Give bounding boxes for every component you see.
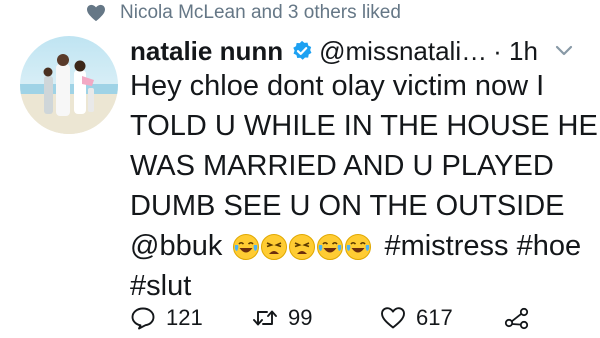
- tweet-actions: 121 99 617: [130, 300, 530, 336]
- chevron-down-icon[interactable]: [554, 44, 574, 58]
- tweet-timestamp[interactable]: · 1h: [493, 36, 538, 67]
- like-count: 617: [416, 305, 453, 330]
- like-button[interactable]: 617: [380, 305, 504, 331]
- tweet-line: Hey chloe dont olay victim now I: [130, 70, 545, 102]
- reply-count: 121: [166, 305, 203, 330]
- tears-of-joy-emoji-icon: [233, 234, 260, 261]
- author-name[interactable]: natalie nunn: [130, 36, 283, 67]
- reply-button[interactable]: 121: [130, 305, 252, 331]
- tweet-line: DUMB SEE U ON THE OUTSIDE: [130, 190, 565, 222]
- avatar[interactable]: [20, 36, 118, 134]
- hashtag-links[interactable]: #mistress #hoe: [384, 230, 581, 262]
- weary-face-emoji-icon: [261, 234, 288, 261]
- author-handle[interactable]: @missnatali…: [319, 36, 487, 67]
- tweet-header: natalie nunn @missnatali… · 1h: [130, 34, 584, 68]
- heart-outline-icon: [381, 307, 405, 329]
- tweet-line-mentions: @bbuk #mistress #hoe: [130, 226, 590, 266]
- heart-icon: [87, 4, 105, 22]
- social-context: Nicola McLean and 3 others liked: [86, 0, 401, 26]
- retweet-button[interactable]: 99: [252, 305, 380, 331]
- emoji-group: [232, 233, 372, 261]
- weary-face-emoji-icon: [289, 234, 316, 261]
- mention-link[interactable]: @bbuk: [130, 230, 222, 262]
- tweet-line: TOLD U WHILE IN THE HOUSE HE: [130, 110, 598, 142]
- tears-of-joy-emoji-icon: [317, 234, 344, 261]
- share-icon: [504, 307, 529, 330]
- share-button[interactable]: [504, 306, 530, 330]
- social-context-text: Nicola McLean and 3 others liked: [120, 2, 401, 23]
- retweet-icon: [253, 310, 277, 326]
- tears-of-joy-emoji-icon: [345, 234, 372, 261]
- tweet-line: WAS MARRIED AND U PLAYED: [130, 150, 554, 182]
- verified-badge-icon: [293, 40, 312, 60]
- reply-icon: [131, 307, 155, 330]
- avatar-photo: [20, 54, 118, 134]
- retweet-count: 99: [288, 305, 313, 330]
- tweet-text: Hey chloe dont olay victim now I TOLD U …: [130, 66, 598, 306]
